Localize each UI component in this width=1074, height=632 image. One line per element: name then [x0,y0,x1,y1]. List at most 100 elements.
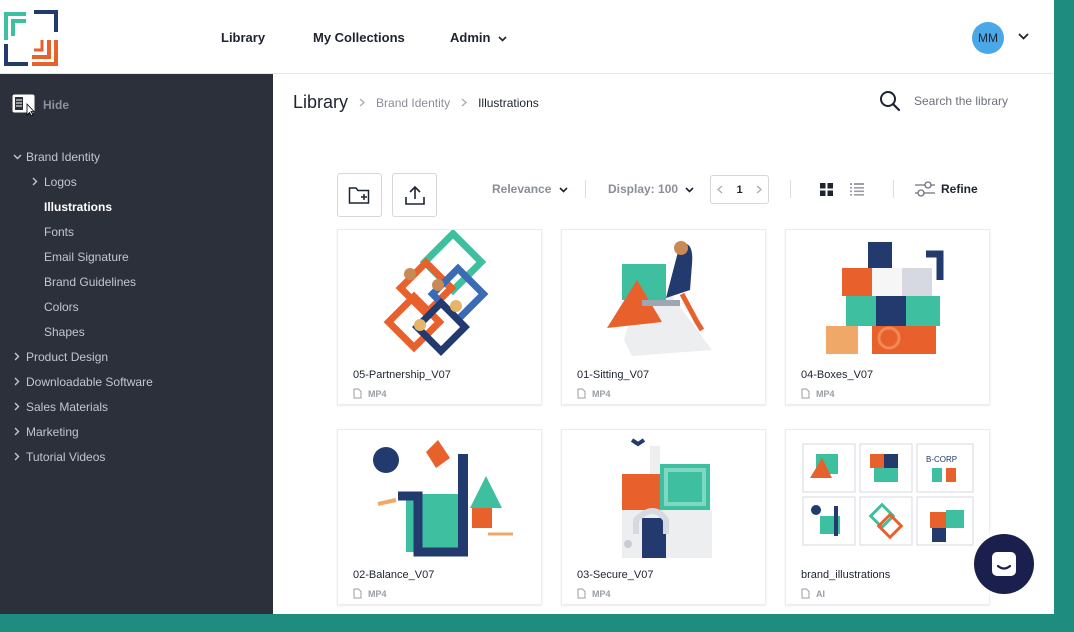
asset-card[interactable]: 03-Secure_V07 MP4 [561,429,766,605]
bcorp-text: B-CORP [926,455,957,464]
sidebar-item[interactable]: Illustrations [0,194,273,219]
hide-label: Hide [43,98,70,112]
app-window: Library My Collections Admin MM Hide Bra… [0,0,1054,614]
asset-thumbnail [826,242,944,354]
chevron-right-icon[interactable] [10,452,24,461]
asset-type-label: MP4 [816,388,835,399]
grid-view-icon[interactable] [820,183,833,196]
breadcrumb: Library Brand Identity Illustrations [293,92,539,113]
upload-icon [404,185,425,205]
file-icon [577,588,586,599]
asset-type: MP4 [801,388,835,399]
page-number[interactable]: 1 [736,184,742,196]
asset-thumbnail: B-CORP [802,443,974,546]
upload-button[interactable] [392,173,437,217]
asset-name: 04-Boxes_V07 [801,369,874,381]
pagination: 1 [710,175,769,204]
chevron-right-icon [359,98,366,107]
hide-sidebar-toggle[interactable]: Hide [12,94,69,116]
file-icon [801,588,810,599]
sidebar-item[interactable]: Downloadable Software [0,369,273,394]
chat-launcher-button[interactable] [974,534,1034,594]
sidebar-item[interactable]: Fonts [0,219,273,244]
asset-type-label: MP4 [592,588,611,599]
sliders-icon [915,181,935,197]
asset-thumbnail [622,438,712,558]
asset-name: 03-Secure_V07 [577,569,654,581]
sidebar-item-label: Tutorial Videos [26,449,106,464]
chevron-right-icon[interactable] [10,377,24,386]
asset-type-label: AI [816,588,825,599]
display-count-dropdown[interactable]: Display: 100 [608,182,694,196]
chat-icon [992,552,1016,576]
chevron-right-icon[interactable] [28,177,42,186]
sidebar-item-label: Shapes [44,324,85,339]
sidebar-item[interactable]: Logos [0,169,273,194]
asset-card[interactable]: B-CORP brand_illustrations AI [785,429,990,605]
breadcrumb-brand-identity[interactable]: Brand Identity [376,96,450,110]
asset-card[interactable]: 02-Balance_V07 MP4 [337,429,542,605]
toolbar-divider [585,180,586,198]
sidebar-item-label: Email Signature [44,249,129,264]
sidebar-item-label: Marketing [26,424,79,439]
nav-my-collections[interactable]: My Collections [313,30,405,45]
asset-type: AI [801,588,825,599]
chevron-left-icon[interactable] [717,185,723,194]
sidebar-item-label: Colors [44,299,79,314]
sort-dropdown[interactable]: Relevance [492,182,568,196]
nav-admin-label: Admin [450,30,491,45]
breadcrumb-current: Illustrations [478,95,539,110]
nav-library[interactable]: Library [221,30,265,45]
asset-type-label: MP4 [368,388,387,399]
sidebar-item-label: Downloadable Software [26,374,153,389]
toolbar-divider [790,180,791,198]
search-icon[interactable] [879,90,901,112]
sidebar: Hide Brand Identity Logos Illustrations Fon… [0,74,273,614]
chevron-right-icon[interactable] [756,185,762,194]
chevron-down-icon [559,187,568,193]
brand-logo[interactable] [4,10,58,66]
folder-tree: Brand Identity Logos Illustrations Fonts Ema… [0,144,273,469]
asset-thumbnail [383,230,489,356]
asset-card[interactable]: 05-Partnership_V07 MP4 [337,229,542,405]
breadcrumb-library[interactable]: Library [293,92,348,113]
sidebar-item[interactable]: Marketing [0,419,273,444]
sidebar-item[interactable]: Shapes [0,319,273,344]
sidebar-item[interactable]: Colors [0,294,273,319]
search-box[interactable]: Search the library [879,90,1008,112]
list-view-icon[interactable] [850,183,864,196]
refine-button[interactable]: Refine [915,181,978,197]
sidebar-item[interactable]: Product Design [0,344,273,369]
new-folder-button[interactable] [337,173,382,217]
chevron-down-icon [498,35,507,42]
chevron-right-icon[interactable] [10,402,24,411]
chevron-down-icon[interactable] [10,154,24,160]
sidebar-item-label: Logos [44,174,77,189]
sidebar-item[interactable]: Brand Guidelines [0,269,273,294]
sidebar-item[interactable]: Sales Materials [0,394,273,419]
asset-name: 01-Sitting_V07 [577,369,650,381]
chevron-right-icon [461,98,468,107]
asset-type: MP4 [353,588,387,599]
top-bar: Library My Collections Admin MM [0,0,1054,74]
asset-card[interactable]: 01-Sitting_V07 MP4 [561,229,766,405]
sidebar-item-label: Fonts [44,224,75,239]
sidebar-item[interactable]: Tutorial Videos [0,444,273,469]
asset-card[interactable]: 04-Boxes_V07 MP4 [785,229,990,405]
user-avatar[interactable]: MM [972,22,1004,54]
sidebar-item-label: Product Design [26,349,109,364]
sidebar-item[interactable]: Email Signature [0,244,273,269]
toolbar-divider [893,180,894,198]
nav-admin[interactable]: Admin [450,30,507,45]
asset-type: MP4 [577,588,611,599]
sidebar-item[interactable]: Brand Identity [0,144,273,169]
chevron-right-icon[interactable] [10,427,24,436]
chevron-right-icon[interactable] [10,352,24,361]
search-input[interactable]: Search the library [914,94,1008,108]
chevron-down-icon[interactable] [1018,33,1029,40]
sidebar-item-label: Brand Guidelines [44,274,137,289]
sidebar-item-label: Sales Materials [26,399,109,414]
sidebar-item-label: Illustrations [44,199,113,214]
sidebar-panel-icon [12,94,35,116]
asset-type: MP4 [577,388,611,399]
